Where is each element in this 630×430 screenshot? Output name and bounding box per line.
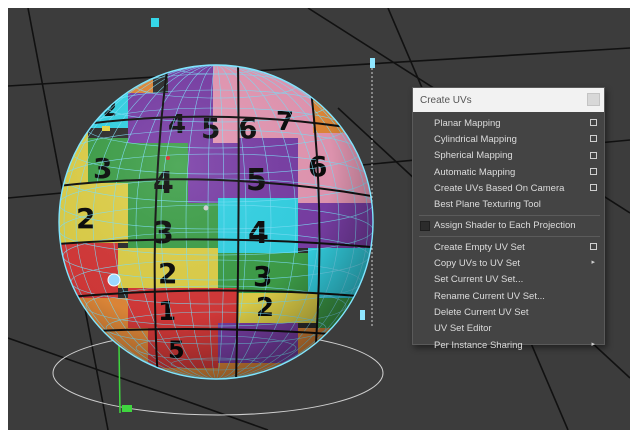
manipulator-handle-center[interactable] [107,273,121,287]
menu-item-cylindrical-mapping[interactable]: Cylindrical Mapping [413,131,604,147]
submenu-arrow-icon: ▸ [591,259,595,267]
create-uvs-menu: Create UVs Planar Mapping Cylindrical Ma… [412,87,605,351]
manipulator-marker [166,156,170,160]
menu-title-bar[interactable]: Create UVs [413,88,604,112]
submenu-arrow-icon: ▸ [591,340,595,348]
manipulator-pivot[interactable] [203,205,209,211]
menu-item-label: UV Set Editor [434,323,492,335]
menu-item-label: Per Instance Sharing [434,339,523,351]
menu-item-planar-mapping[interactable]: Planar Mapping [413,115,604,131]
menu-item-label: Assign Shader to Each Projection [434,220,576,232]
menu-item-label: Planar Mapping [434,117,501,129]
option-box-icon[interactable] [590,119,597,126]
menu-item-label: Copy UVs to UV Set [434,258,521,270]
menu-item-label: Set Current UV Set... [434,274,524,286]
menu-item-create-uvs-based-on-camera[interactable]: Create UVs Based On Camera [413,180,604,196]
option-box-icon[interactable] [590,167,597,175]
menu-item-uv-set-editor[interactable]: UV Set Editor [413,321,604,337]
menu-item-assign-shader-to-each-projection[interactable]: Assign Shader to Each Projection [413,218,604,234]
menu-item-label: Delete Current UV Set [434,306,529,318]
menu-item-label: Rename Current UV Set... [434,290,545,302]
menu-item-label: Automatic Mapping [434,166,516,178]
menu-item-best-plane-texturing-tool[interactable]: Best Plane Texturing Tool [413,196,604,212]
menu-title: Create UVs [420,94,472,106]
uv-sphere[interactable]: 4 5 6 7 2 3 4 5 6 2 3 4 2 3 1 2 5 [58,62,383,388]
option-box-icon[interactable] [590,184,597,192]
menu-separator [419,236,600,238]
option-box-icon[interactable] [590,151,597,159]
close-icon[interactable] [587,93,600,106]
option-box-icon[interactable] [590,243,597,251]
menu-item-create-empty-uv-set[interactable]: Create Empty UV Set [413,239,604,255]
menu-item-label: Spherical Mapping [434,150,513,162]
menu-item-label: Cylindrical Mapping [434,133,517,145]
manipulator-handle-left[interactable] [102,126,110,131]
manipulator-handle-top[interactable] [151,18,159,27]
manipulator-handle-right-bottom[interactable] [360,310,365,320]
checkbox-icon[interactable] [420,220,430,231]
menu-item-set-current-uv-set[interactable]: Set Current UV Set... [413,272,604,288]
menu-item-copy-uvs-to-uv-set[interactable]: Copy UVs to UV Set ▸ [413,255,604,271]
menu-item-delete-current-uv-set[interactable]: Delete Current UV Set [413,304,604,320]
option-box-icon[interactable] [590,135,597,143]
menu-item-label: Best Plane Texturing Tool [434,199,541,211]
menu-item-per-instance-sharing[interactable]: Per Instance Sharing ▸ [413,337,604,353]
manipulator-handle-right-top[interactable] [370,58,375,68]
menu-item-label: Create UVs Based On Camera [434,182,565,194]
menu-item-label: Create Empty UV Set [434,241,525,253]
menu-item-rename-current-uv-set[interactable]: Rename Current UV Set... [413,288,604,304]
menu-separator [419,214,600,216]
manipulator-handle-bottom[interactable] [122,405,132,412]
menu-item-spherical-mapping[interactable]: Spherical Mapping [413,148,604,164]
menu-item-automatic-mapping[interactable]: Automatic Mapping [413,164,604,180]
